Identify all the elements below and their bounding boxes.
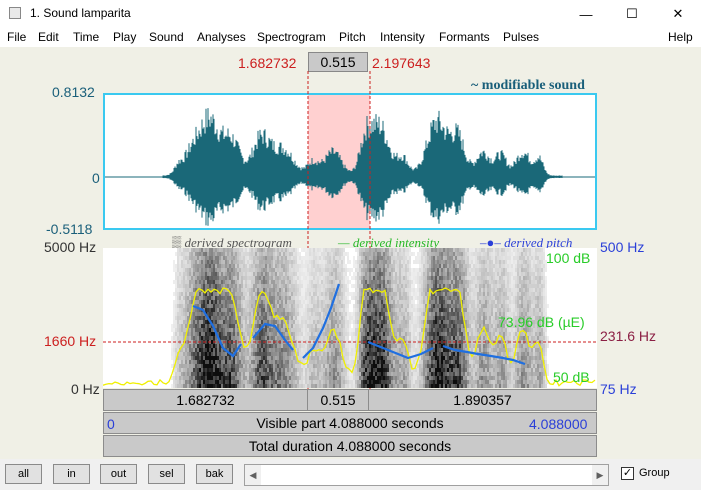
menu-sound[interactable]: Sound [149,30,184,44]
menu-help[interactable]: Help [668,30,693,44]
wave-ymax-label: 0.8132 [52,84,95,100]
menu-play[interactable]: Play [113,30,136,44]
menu-time[interactable]: Time [73,30,99,44]
wave-ymin-label: -0.5118 [46,221,93,237]
sound-editor-area: 1.682732 0.515 2.197643 ~ modifiable sou… [0,47,701,459]
zoom-out-button[interactable]: out [100,464,137,484]
zoom-back-button[interactable]: bak [196,464,233,484]
visible-part-bar[interactable]: Visible part 4.088000 seconds [103,412,597,434]
close-button[interactable]: ✕ [655,0,701,28]
app-icon [9,7,21,19]
menu-pulses[interactable]: Pulses [503,30,539,44]
pitch-top-label: 500 Hz [600,239,645,255]
menu-file[interactable]: File [7,30,26,44]
minimize-button[interactable]: — [563,0,609,28]
wave-zero-label: 0 [92,170,100,186]
zoom-in-button[interactable]: in [53,464,90,484]
group-checkbox[interactable]: ✓ [621,467,634,480]
scroll-right-arrow-icon[interactable]: ▶ [592,465,608,485]
spec-top-hz: 5000 Hz [44,239,97,255]
menu-formants[interactable]: Formants [439,30,490,44]
spec-cursor-hz: 1660 Hz [44,333,97,349]
spec-bottom-hz: 0 Hz [71,381,100,397]
intensity-bottom-label: 50 dB [553,369,590,385]
window-title: 1. Sound lamparita [30,6,131,20]
intensity-top-label: 100 dB [546,250,591,266]
selection-end-label: 2.197643 [372,55,431,71]
pitch-bottom-label: 75 Hz [600,381,637,397]
visible-end-label: 4.088000 [529,416,588,432]
visible-part-text: Visible part 4.088000 seconds [256,415,444,431]
pitch-cursor-label: 231.6 Hz [600,328,657,344]
time-selection-bar[interactable]: 0.515 [307,389,369,411]
modifiable-sound-label: ~ modifiable sound [471,78,585,93]
zoom-sel-button[interactable]: sel [148,464,185,484]
menu-spectrogram[interactable]: Spectrogram [257,30,326,44]
title-bar: 1. Sound lamparita — ☐ ✕ [0,0,701,28]
selection-start-label: 1.682732 [238,55,297,71]
menu-analyses[interactable]: Analyses [197,30,246,44]
time-right-bar[interactable]: 1.890357 [368,389,597,411]
zoom-all-button[interactable]: all [5,464,42,484]
time-left-bar[interactable]: 1.682732 [103,389,308,411]
intensity-cursor-label: 73.96 dB (µE) [498,314,585,330]
horizontal-scrollbar[interactable]: ◀ ▶ [244,464,609,486]
selection-duration-box[interactable]: 0.515 [308,52,368,72]
group-label: Group [639,467,670,479]
visible-start-label: 0 [107,416,115,432]
menu-edit[interactable]: Edit [38,30,59,44]
total-duration-bar[interactable]: Total duration 4.088000 seconds [103,435,597,457]
menu-intensity[interactable]: Intensity [380,30,425,44]
menu-pitch[interactable]: Pitch [339,30,366,44]
scroll-left-arrow-icon[interactable]: ◀ [245,465,261,485]
maximize-button[interactable]: ☐ [609,0,655,28]
